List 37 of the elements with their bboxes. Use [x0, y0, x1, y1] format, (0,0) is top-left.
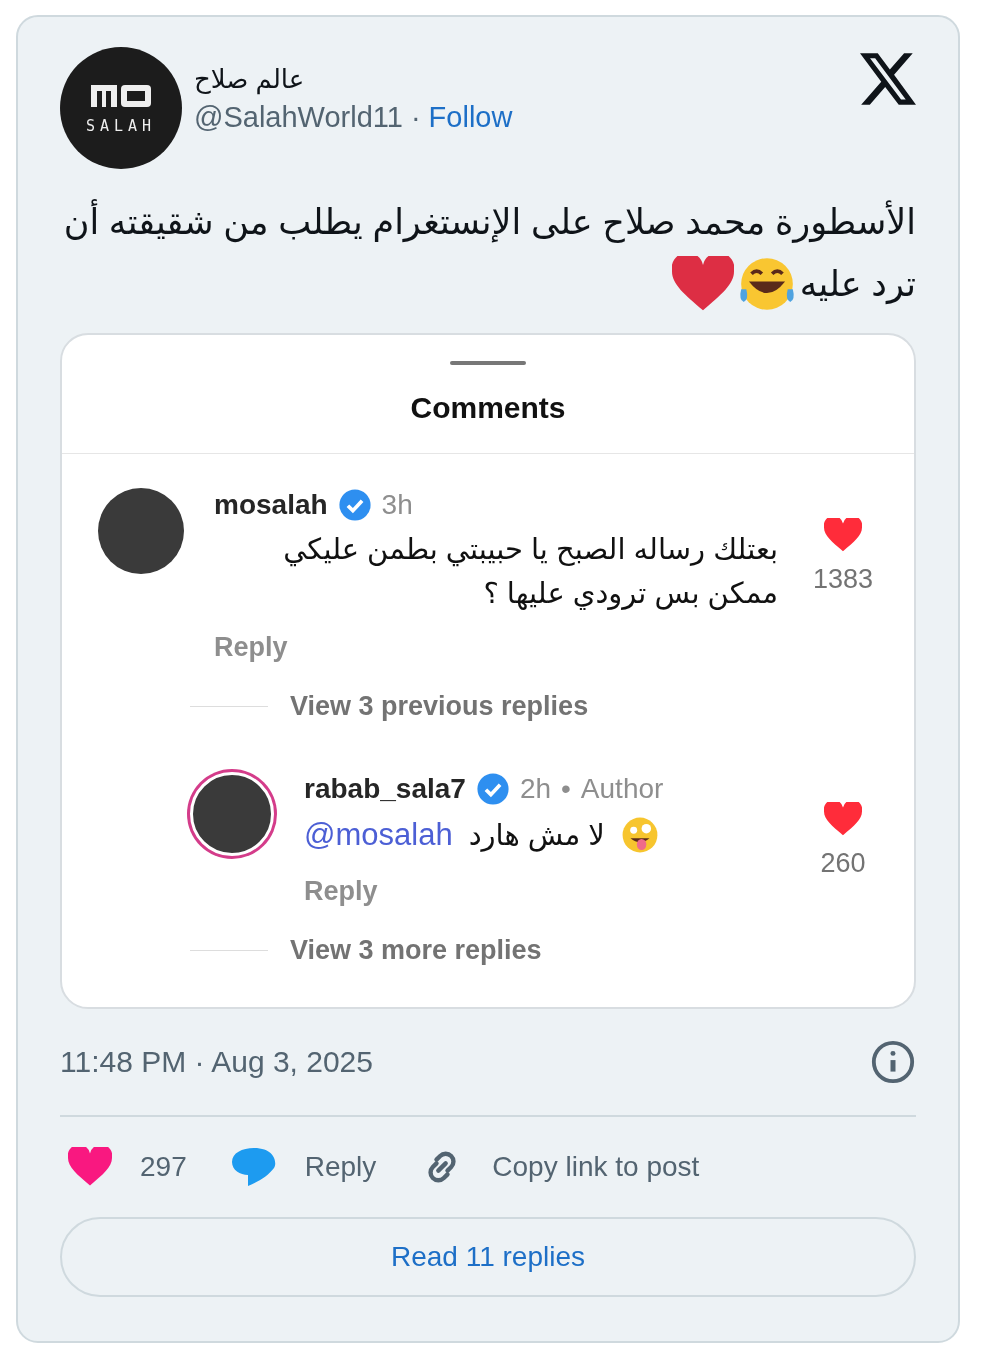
read-replies-button[interactable]: Read 11 replies	[60, 1217, 916, 1297]
speech-bubble-icon	[230, 1146, 277, 1188]
view-replies-link[interactable]: View 3 more replies	[290, 935, 542, 966]
reply-button[interactable]: Reply	[230, 1146, 377, 1188]
like-count: 260	[820, 848, 866, 880]
mention-link[interactable]: @mosalah	[304, 817, 453, 853]
reply-link[interactable]: Reply	[304, 876, 378, 907]
post-timestamp[interactable]: 11:48 PM · Aug 3, 2025	[60, 1045, 373, 1079]
username[interactable]: mosalah	[214, 489, 328, 521]
zany-face-icon	[620, 816, 659, 854]
like-button[interactable]: 297	[68, 1147, 187, 1187]
link-button[interactable]: Copy link to post	[420, 1145, 700, 1189]
author-handle[interactable]: @SalahWorld11	[194, 101, 403, 134]
heart-icon	[824, 518, 862, 553]
author-label: Author	[580, 773, 664, 805]
profile-avatar[interactable]: SALAH	[60, 47, 182, 169]
comment-text: بعتلك رساله الصبح يا حبيبتي بطمن عليكي	[282, 532, 778, 566]
heart-icon	[824, 802, 862, 837]
heart-icon	[671, 256, 734, 312]
separator-dot: •	[561, 773, 571, 805]
comments-title: Comments	[62, 391, 914, 454]
logo-text: SALAH	[85, 117, 157, 135]
time-ago: 2h	[519, 773, 552, 805]
comment-text: ممكن بس ترودي عليها ؟	[482, 576, 778, 610]
username[interactable]: rabab_sala7	[304, 773, 466, 805]
time-ago: 3h	[381, 489, 413, 521]
comment-text: لا مش هارد	[468, 818, 605, 852]
follow-link[interactable]: Follow	[428, 101, 513, 134]
view-replies-link[interactable]: View 3 previous replies	[290, 691, 589, 722]
tweet-text: ترد عليه	[799, 263, 916, 306]
separator-dot: ·	[410, 101, 421, 134]
author-name[interactable]: عالم صلاح	[194, 64, 305, 95]
info-icon[interactable]	[870, 1039, 916, 1085]
x-logo-icon[interactable]	[860, 53, 916, 105]
like-count: 1383	[812, 564, 874, 596]
reply-link[interactable]: Reply	[214, 632, 288, 663]
heart-icon	[68, 1147, 112, 1187]
